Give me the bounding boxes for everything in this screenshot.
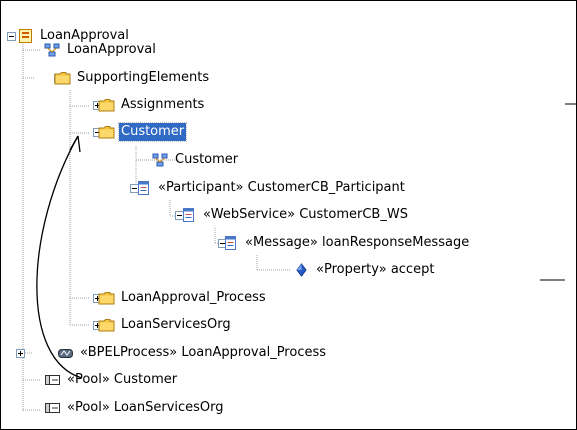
tree-item-label: «Message» loanResponseMessage: [245, 235, 470, 250]
tree-item-label: Assignments: [121, 97, 205, 112]
bpel-icon: [57, 345, 74, 361]
tree-item[interactable]: SupportingElements: [54, 68, 577, 88]
tree-item-label: LoanApproval: [67, 42, 156, 57]
tree-item[interactable]: LoanApproval: [44, 40, 577, 60]
pool-icon: [44, 400, 61, 416]
folder-icon: [98, 97, 115, 113]
tree-item-label: «Participant» CustomerCB_Participant: [158, 180, 405, 195]
tree-item-label: Customer: [117, 122, 188, 142]
folder-icon: [54, 70, 71, 86]
tree-item[interactable]: Customer: [98, 122, 577, 142]
tree-item[interactable]: LoanServicesOrg: [98, 315, 577, 335]
expand-toggle[interactable]: [16, 349, 25, 358]
tree-item-label: SupportingElements: [77, 70, 210, 85]
folder-icon: [98, 317, 115, 333]
tree-item[interactable]: «Message» loanResponseMessage: [222, 233, 577, 253]
tree-item[interactable]: «Pool» Customer: [44, 370, 577, 390]
tree-item[interactable]: «Property» accept: [293, 260, 577, 280]
model-icon: [17, 28, 34, 44]
tree-item[interactable]: LoanApproval_Process: [98, 288, 577, 308]
folder-icon: [98, 290, 115, 306]
tree-item[interactable]: «BPELProcess» LoanApproval_Process: [57, 343, 577, 363]
class-icon: [135, 180, 152, 196]
tree-item-label: «BPELProcess» LoanApproval_Process: [80, 345, 327, 360]
tree-item[interactable]: Customer: [152, 150, 577, 170]
tree-item-label: Customer: [175, 152, 239, 167]
property-icon: [293, 262, 310, 278]
tree-item-label: «WebService» CustomerCB_WS: [203, 207, 408, 222]
tree-item[interactable]: «Pool» LoanServicesOrg: [44, 398, 577, 418]
tree-item-label: «Pool» LoanServicesOrg: [67, 400, 224, 415]
class-icon: [222, 235, 239, 251]
diagram-icon: [152, 152, 169, 168]
diagram-icon: [44, 42, 61, 58]
folder-icon: [98, 124, 115, 140]
tree-item[interactable]: «Participant» CustomerCB_Participant: [135, 178, 577, 198]
collapse-toggle[interactable]: [7, 32, 16, 41]
tree-item[interactable]: Assignments: [98, 95, 577, 115]
pool-icon: [44, 372, 61, 388]
tree-item-label: «Pool» Customer: [67, 372, 178, 387]
tree-item[interactable]: «WebService» CustomerCB_WS: [180, 205, 577, 225]
class-icon: [180, 207, 197, 223]
tree-item-label: LoanApproval_Process: [121, 290, 266, 305]
tree-item-label: LoanServicesOrg: [121, 317, 231, 332]
tree-item-label: «Property» accept: [316, 262, 435, 277]
